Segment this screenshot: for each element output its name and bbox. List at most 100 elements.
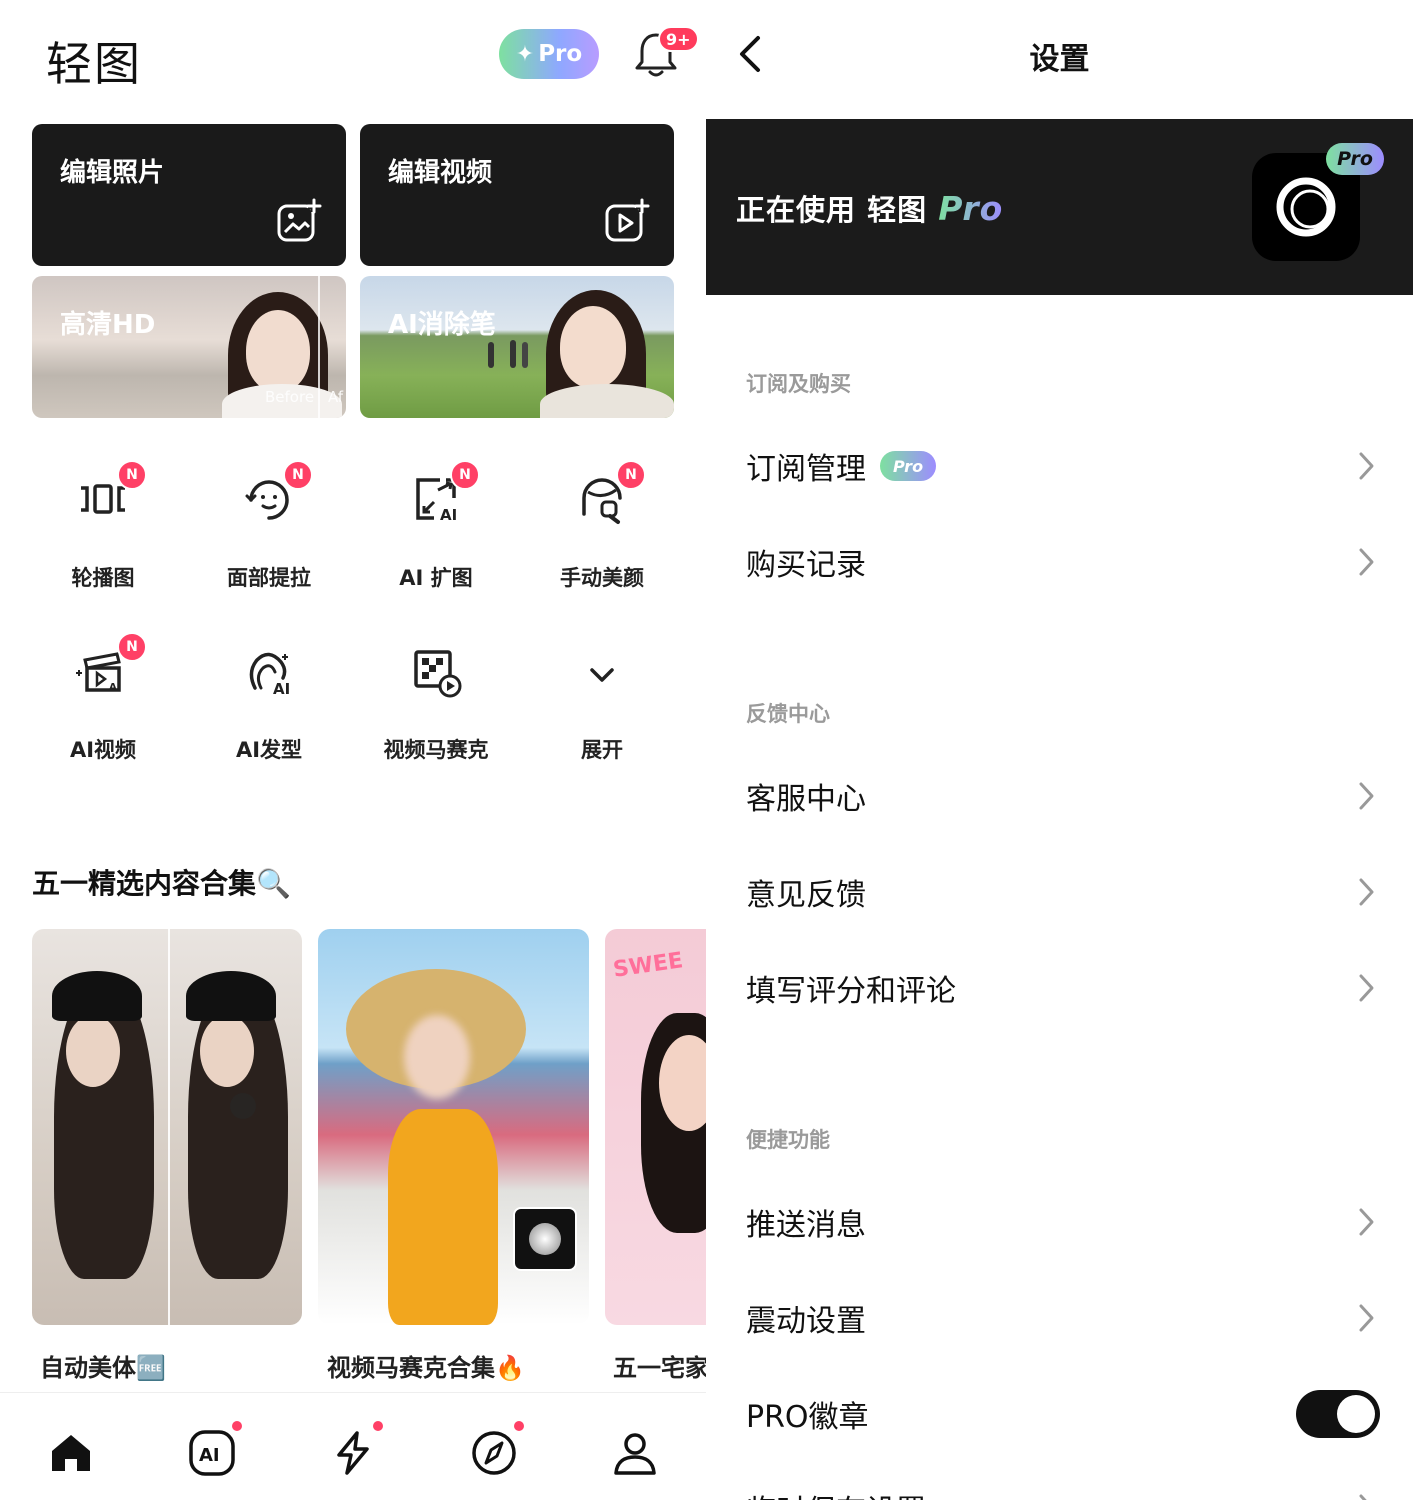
- tool-label: 轮播图: [71, 566, 135, 590]
- tab-home[interactable]: [47, 1429, 95, 1477]
- portrait-face: [560, 306, 626, 388]
- compare-icon[interactable]: [230, 1093, 256, 1119]
- edit-video-tile[interactable]: 编辑视频: [360, 124, 674, 266]
- video-mosaic-icon: [414, 650, 462, 698]
- tool-ai-video[interactable]: AI N AI视频: [28, 632, 178, 764]
- row-label: 临时保存设置: [746, 1486, 926, 1500]
- background-person: [488, 342, 494, 368]
- row-subscription[interactable]: 订阅管理 Pro: [746, 436, 1376, 496]
- chevron-right-icon: [1359, 548, 1374, 576]
- tool-manual-beauty[interactable]: N 手动美颜: [527, 460, 677, 592]
- content-card[interactable]: SWEE: [605, 929, 706, 1325]
- tool-label: 手动美颜: [560, 566, 644, 590]
- row-label: PRO徽章: [746, 1400, 869, 1435]
- row-label: 订阅管理: [746, 452, 866, 487]
- tab-dot: [514, 1421, 524, 1431]
- tool-expand[interactable]: 展开: [527, 642, 677, 764]
- hd-tile[interactable]: 高清HD Before Af: [32, 276, 346, 418]
- row-label: 客服中心: [746, 782, 866, 817]
- chevron-right-icon: [1359, 1208, 1374, 1236]
- edit-photo-label: 编辑照片: [60, 158, 165, 188]
- model-face: [200, 1015, 254, 1087]
- row-push-notifications[interactable]: 推送消息: [746, 1192, 1376, 1252]
- ai-eraser-tile[interactable]: AI消除笔: [360, 276, 674, 418]
- pro-button-label: Pro: [538, 41, 583, 67]
- row-rate-review[interactable]: 填写评分和评论: [746, 958, 1376, 1018]
- add-video-icon: [605, 198, 650, 242]
- tab-dot: [232, 1421, 242, 1431]
- new-badge: N: [616, 460, 646, 490]
- toggle-knob: [1337, 1395, 1375, 1433]
- chevron-right-icon: [1359, 1494, 1367, 1500]
- chevron-right-icon: [1359, 1304, 1374, 1332]
- new-badge: N: [283, 460, 313, 490]
- tool-label: 面部提拉: [227, 566, 311, 590]
- background-person: [522, 342, 528, 368]
- row-label: 意见反馈: [746, 878, 866, 913]
- tool-label: AI 扩图: [399, 566, 473, 590]
- card-caption: 五一宅家: [613, 1354, 706, 1382]
- status-app: 轻图: [867, 193, 939, 227]
- pro-tag: Pro: [1326, 143, 1384, 175]
- bucket-hat: [186, 971, 276, 1021]
- pro-button[interactable]: ✦ Pro: [499, 29, 599, 79]
- ai-eraser-label: AI消除笔: [388, 310, 496, 340]
- section-title: 五一精选内容合集🔍: [32, 867, 291, 900]
- background-person: [510, 340, 516, 368]
- status-prefix: 正在使用: [736, 193, 868, 227]
- home-screen: 轻图 ✦ Pro 9+ 编辑照片 编辑视频 高清HD Before Af AI消…: [0, 0, 706, 1500]
- tool-face-lift[interactable]: N 面部提拉: [194, 460, 344, 592]
- svg-text:AI: AI: [273, 680, 290, 698]
- row-customer-service[interactable]: 客服中心: [746, 766, 1376, 826]
- glow-orb: [529, 1223, 561, 1255]
- new-badge: N: [117, 632, 147, 662]
- tab-dot: [373, 1421, 383, 1431]
- edit-video-label: 编辑视频: [388, 158, 493, 188]
- chevron-down-icon: [590, 668, 614, 682]
- bottom-tab-bar: AI: [0, 1392, 706, 1500]
- ai-hairstyle-icon: AI: [249, 652, 290, 698]
- video-thumb-icon: [513, 1207, 577, 1271]
- row-vibration[interactable]: 震动设置: [746, 1288, 1376, 1348]
- split-divider: [168, 929, 170, 1325]
- tool-carousel[interactable]: N 轮播图: [28, 460, 178, 592]
- tab-discover[interactable]: [470, 1421, 524, 1477]
- row-feedback[interactable]: 意见反馈: [746, 862, 1376, 922]
- sparkle-icon: ✦: [515, 41, 535, 67]
- pro-status-banner[interactable]: 正在使用 轻图 Pro Pro: [706, 119, 1413, 295]
- svg-text:AI: AI: [109, 682, 120, 693]
- tab-flash[interactable]: [329, 1421, 383, 1477]
- yellow-dress: [388, 1109, 498, 1325]
- bucket-hat: [52, 971, 142, 1021]
- new-badge: N: [117, 460, 147, 490]
- app-logo: 轻图: [46, 37, 142, 91]
- model-face: [66, 1015, 120, 1087]
- svg-text:AI: AI: [440, 506, 457, 524]
- content-card[interactable]: [318, 929, 589, 1325]
- row-purchase-history[interactable]: 购买记录: [746, 532, 1376, 592]
- before-after-divider[interactable]: [318, 276, 320, 418]
- pro-badge-toggle[interactable]: [1296, 1390, 1380, 1438]
- tool-ai-hairstyle[interactable]: AI AI发型: [194, 642, 344, 764]
- compass-icon: [472, 1431, 516, 1475]
- card-caption: 自动美体🆓: [40, 1354, 166, 1382]
- new-badge: N: [450, 460, 480, 490]
- tool-label: 展开: [581, 738, 623, 762]
- tool-ai-expand[interactable]: AI N AI 扩图: [361, 460, 511, 592]
- model-face: [404, 1015, 470, 1099]
- tab-ai[interactable]: AI: [188, 1421, 242, 1477]
- tab-profile[interactable]: [611, 1429, 659, 1477]
- content-card[interactable]: [32, 929, 302, 1325]
- edit-photo-tile[interactable]: 编辑照片: [32, 124, 346, 266]
- group-header: 反馈中心: [746, 702, 830, 726]
- tool-video-mosaic[interactable]: 视频马赛克: [361, 642, 511, 764]
- sweet-sticker: SWEE: [611, 948, 685, 983]
- group-header: 订阅及购买: [746, 372, 851, 396]
- row-label: 推送消息: [746, 1208, 866, 1243]
- row-temp-save[interactable]: 临时保存设置: [746, 1478, 1376, 1500]
- chevron-right-icon: [1359, 782, 1374, 810]
- ai-icon: AI: [189, 1430, 235, 1476]
- chevron-right-icon: [1359, 878, 1374, 906]
- group-header: 便捷功能: [746, 1128, 830, 1152]
- hd-label: 高清HD: [60, 310, 156, 340]
